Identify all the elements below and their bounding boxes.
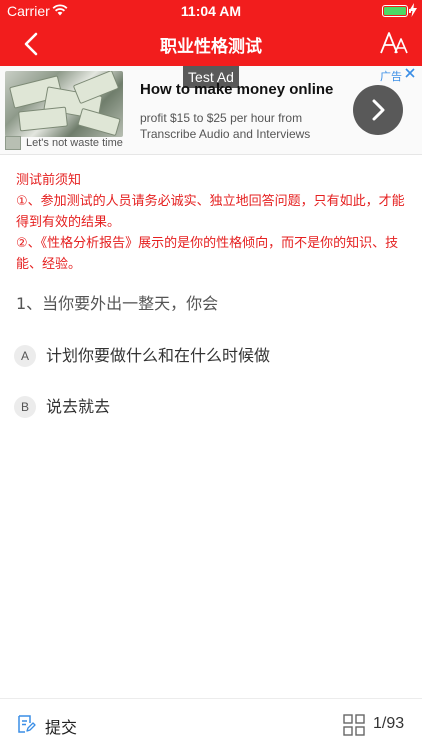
font-size-icon[interactable] bbox=[380, 30, 410, 58]
nav-bar: 职业性格测试 bbox=[0, 22, 422, 66]
close-icon[interactable] bbox=[404, 67, 416, 79]
notice-section: 测试前须知 ①、参加测试的人员请务必诚实、独立地回答问题，只有如此，才能得到有效… bbox=[16, 170, 410, 275]
option-a[interactable]: A 计划你要做什么和在什么时候做 bbox=[14, 345, 314, 371]
top-bar: Carrier 11:04 AM 职业性格测试 bbox=[0, 0, 422, 66]
ad-image[interactable] bbox=[5, 71, 123, 137]
option-text: 计划你要做什么和在什么时候做 bbox=[46, 346, 271, 365]
ad-description: profit $15 to $25 per hour from Transcri… bbox=[140, 111, 311, 141]
submit-button[interactable]: 提交 bbox=[45, 714, 77, 738]
ad-badge: 广告 bbox=[380, 70, 402, 83]
bottom-bar: 提交 1/93 bbox=[0, 698, 422, 750]
grid-icon[interactable] bbox=[343, 714, 365, 736]
option-text: 说去就去 bbox=[46, 397, 111, 416]
battery-icon bbox=[382, 5, 411, 17]
option-letter: A bbox=[14, 345, 36, 367]
ad-cta-button[interactable] bbox=[353, 85, 403, 135]
question-text: 1、当你要外出一整天，你会 bbox=[16, 294, 219, 313]
notice-title: 测试前须知 bbox=[16, 173, 82, 188]
notice-item: ①、参加测试的人员请务必诚实、独立地回答问题，只有如此，才能得到有效的结果。 bbox=[16, 194, 405, 230]
ad-tagline: Let's not waste time bbox=[26, 137, 123, 149]
page-count: 1/93 bbox=[373, 715, 405, 732]
ad-headline[interactable]: How to make money online bbox=[140, 81, 333, 98]
page-title: 职业性格测试 bbox=[160, 37, 262, 57]
option-b[interactable]: B 说去就去 bbox=[14, 396, 134, 422]
notice-item: ②、《性格分析报告》展示的是你的性格倾向，而不是你的知识、技能、经验。 bbox=[16, 236, 399, 272]
status-bar: Carrier 11:04 AM bbox=[0, 0, 422, 22]
ad-banner[interactable]: Let's not waste time Test Ad How to make… bbox=[0, 66, 422, 155]
status-time: 11:04 AM bbox=[180, 3, 242, 19]
ad-thumbnail bbox=[5, 136, 21, 150]
chevron-right-icon bbox=[372, 99, 385, 121]
note-icon[interactable] bbox=[16, 714, 36, 734]
charging-icon bbox=[409, 3, 417, 17]
option-letter: B bbox=[14, 396, 36, 418]
